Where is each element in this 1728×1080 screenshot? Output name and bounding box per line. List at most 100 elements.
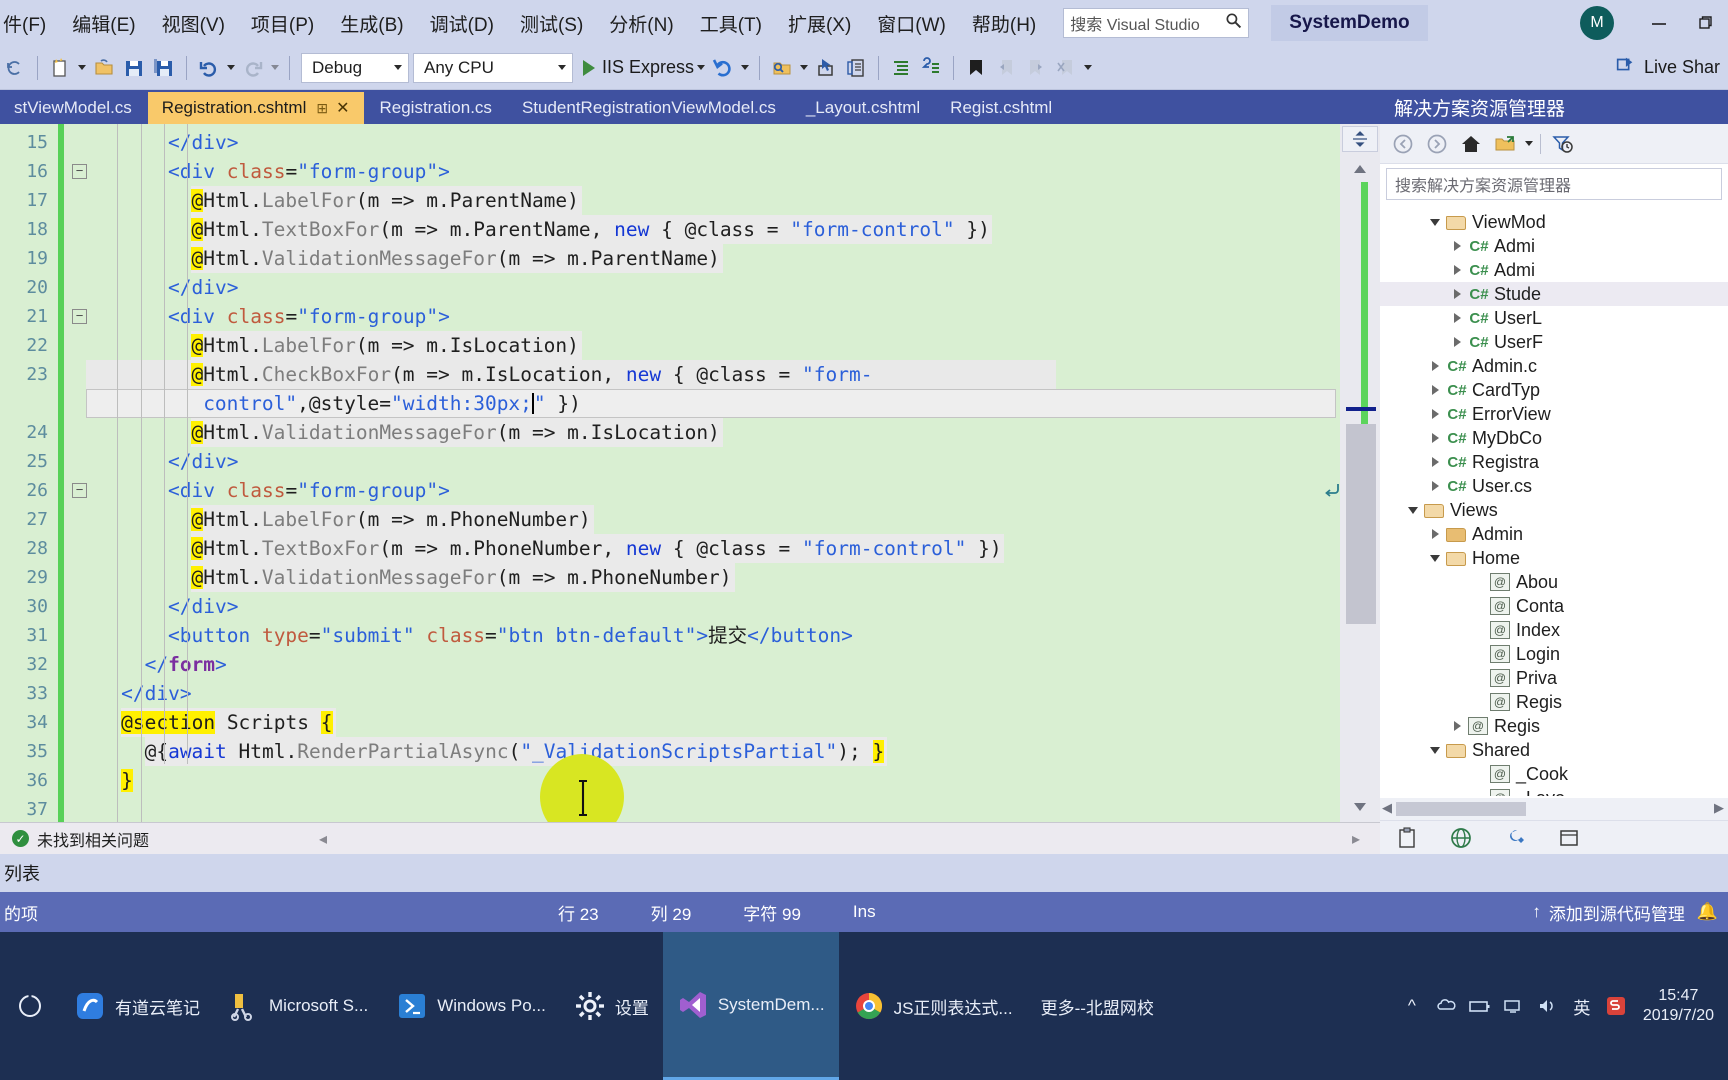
code-line[interactable]: </div> — [168, 128, 238, 157]
solution-explorer-tab-icon[interactable] — [1380, 821, 1434, 855]
scroll-up-button[interactable] — [1344, 158, 1376, 180]
tree-item-19[interactable]: @ Priva — [1380, 666, 1728, 690]
fold-toggle[interactable]: − — [72, 309, 87, 324]
pin-tab-icon[interactable]: ⊞ — [316, 100, 328, 117]
configuration-combobox[interactable]: Debug — [301, 52, 409, 83]
menu-item-3[interactable]: 项目(P) — [238, 6, 327, 41]
tree-item-23[interactable]: @ _Cook — [1380, 762, 1728, 786]
tray-overflow-icon[interactable]: ^ — [1395, 996, 1429, 1016]
menu-item-9[interactable]: 扩展(X) — [775, 6, 864, 41]
code-line[interactable]: <div class="form-group"> — [168, 476, 450, 505]
chevron-right-icon[interactable] — [1424, 433, 1446, 443]
status-source-control[interactable]: ↑ 添加到源代码管理 🔔 — [1532, 900, 1718, 925]
code-text-area[interactable]: </div> <div class="form-group"> @Html.Labe… — [86, 124, 1340, 822]
inspect-element-icon[interactable] — [841, 53, 871, 83]
undo-icon[interactable] — [194, 53, 224, 83]
tree-item-5[interactable]: C# UserF — [1380, 330, 1728, 354]
taskbar-item-2[interactable]: Windows Po... — [382, 932, 560, 1080]
start-button[interactable] — [0, 993, 60, 1019]
code-line[interactable]: </form> — [145, 650, 227, 679]
code-line[interactable]: @Html.LabelFor(m => m.ParentName) — [191, 186, 579, 215]
menu-item-10[interactable]: 窗口(W) — [864, 6, 959, 41]
code-line[interactable]: <div class="form-group"> — [168, 302, 450, 331]
select-element-icon[interactable] — [811, 53, 841, 83]
minimize-button[interactable] — [1636, 0, 1682, 46]
sogou-input-icon[interactable] — [1599, 995, 1633, 1017]
code-line[interactable]: </div> — [168, 592, 238, 621]
forward-icon[interactable] — [1420, 128, 1454, 160]
tree-item-14[interactable]: Home — [1380, 546, 1728, 570]
chevron-right-icon[interactable] — [1424, 481, 1446, 491]
editor-tab-2[interactable]: Registration.cs — [365, 92, 506, 124]
solution-tree-horizontal-scrollbar[interactable]: ◀ ▶ — [1380, 798, 1728, 820]
editor-vertical-scrollbar[interactable] — [1340, 124, 1380, 822]
code-line[interactable]: <div class="form-group"> — [168, 157, 450, 186]
more-tabs-icon[interactable] — [1542, 821, 1596, 855]
menu-item-6[interactable]: 测试(S) — [507, 6, 596, 41]
tree-item-0[interactable]: ViewMod — [1380, 210, 1728, 234]
code-line[interactable]: @Html.LabelFor(m => m.PhoneNumber) — [191, 505, 591, 534]
home-icon[interactable] — [1454, 128, 1488, 160]
tree-item-15[interactable]: @ Abou — [1380, 570, 1728, 594]
code-line[interactable]: </div> — [121, 679, 191, 708]
avatar[interactable]: M — [1580, 6, 1614, 40]
taskbar-item-0[interactable]: 有道云笔记 — [60, 932, 214, 1080]
properties-tab-icon[interactable] — [1488, 821, 1542, 855]
save-icon[interactable] — [119, 53, 149, 83]
menu-item-1[interactable]: 编辑(E) — [59, 6, 148, 41]
sync-with-active-document-icon[interactable] — [1488, 128, 1522, 160]
network-icon[interactable] — [1497, 996, 1531, 1016]
tree-item-21[interactable]: @ Regis — [1380, 714, 1728, 738]
platform-combobox[interactable]: Any CPU — [413, 52, 573, 83]
hot-reload-icon[interactable] — [708, 53, 738, 83]
start-debug-button[interactable]: IIS Express — [583, 57, 694, 78]
chevron-down-icon[interactable] — [1424, 554, 1446, 562]
tree-item-17[interactable]: @ Index — [1380, 618, 1728, 642]
taskbar-item-4[interactable]: SystemDem... — [662, 932, 839, 1080]
uncomment-lines-icon[interactable] — [916, 53, 946, 83]
scroll-left-icon[interactable]: ◀ — [1382, 800, 1392, 816]
tree-item-13[interactable]: Admin — [1380, 522, 1728, 546]
toolbar-overflow-icon[interactable] — [1081, 54, 1095, 82]
scroll-right-icon[interactable]: ▶ — [1714, 800, 1724, 816]
code-line[interactable]: @Html.LabelFor(m => m.IsLocation) — [191, 331, 579, 360]
code-line[interactable]: @Html.ValidationMessageFor(m => m.Parent… — [191, 244, 720, 273]
code-line[interactable]: } — [121, 766, 133, 795]
notifications-icon[interactable]: 🔔 — [1697, 902, 1718, 922]
menu-item-11[interactable]: 帮助(H) — [959, 6, 1049, 41]
taskbar-item-6[interactable]: 更多--北盟网校 — [1027, 932, 1168, 1080]
menu-item-5[interactable]: 调试(D) — [417, 6, 507, 41]
editor-tab-0[interactable]: stViewModel.cs — [0, 92, 146, 124]
code-line[interactable]: <button type="submit" class="btn btn-def… — [168, 621, 853, 650]
clock[interactable]: 15:47 2019/7/20 — [1643, 986, 1714, 1026]
code-line[interactable]: @Html.CheckBoxFor(m => m.IsLocation, new… — [191, 360, 872, 389]
taskbar-item-1[interactable]: Microsoft S... — [214, 932, 382, 1080]
chevron-right-icon[interactable] — [1446, 289, 1468, 299]
chevron-right-icon[interactable] — [1424, 457, 1446, 467]
battery-icon[interactable] — [1463, 996, 1497, 1016]
code-line[interactable]: </div> — [168, 273, 238, 302]
open-file-icon[interactable] — [89, 53, 119, 83]
new-file-icon[interactable] — [45, 53, 75, 83]
menu-item-8[interactable]: 工具(T) — [687, 6, 775, 41]
new-file-dropdown-icon[interactable] — [75, 54, 89, 82]
input-language-icon[interactable]: 英 — [1565, 994, 1599, 1019]
sync-dropdown-icon[interactable] — [1522, 130, 1536, 158]
tree-item-22[interactable]: Shared — [1380, 738, 1728, 762]
tree-item-11[interactable]: C# User.cs — [1380, 474, 1728, 498]
tree-item-4[interactable]: C# UserL — [1380, 306, 1728, 330]
menu-item-0[interactable]: 件(F) — [0, 6, 59, 41]
menu-item-7[interactable]: 分析(N) — [596, 6, 686, 41]
code-line[interactable]: @Html.ValidationMessageFor(m => m.IsLoca… — [191, 418, 720, 447]
menu-item-2[interactable]: 视图(V) — [149, 6, 238, 41]
chevron-right-icon[interactable] — [1424, 529, 1446, 539]
tree-item-3[interactable]: C# Stude — [1380, 282, 1728, 306]
editor-tab-1[interactable]: Registration.cshtml ⊞ ✕ — [147, 92, 364, 124]
volume-icon[interactable] — [1531, 996, 1565, 1016]
scrollbar-thumb[interactable] — [1396, 802, 1526, 816]
toggle-bookmark-icon[interactable] — [961, 53, 991, 83]
code-line[interactable]: </div> — [168, 447, 238, 476]
chevron-down-icon[interactable] — [1424, 218, 1446, 226]
close-tab-icon[interactable]: ✕ — [336, 98, 349, 118]
find-in-files-icon[interactable] — [767, 53, 797, 83]
